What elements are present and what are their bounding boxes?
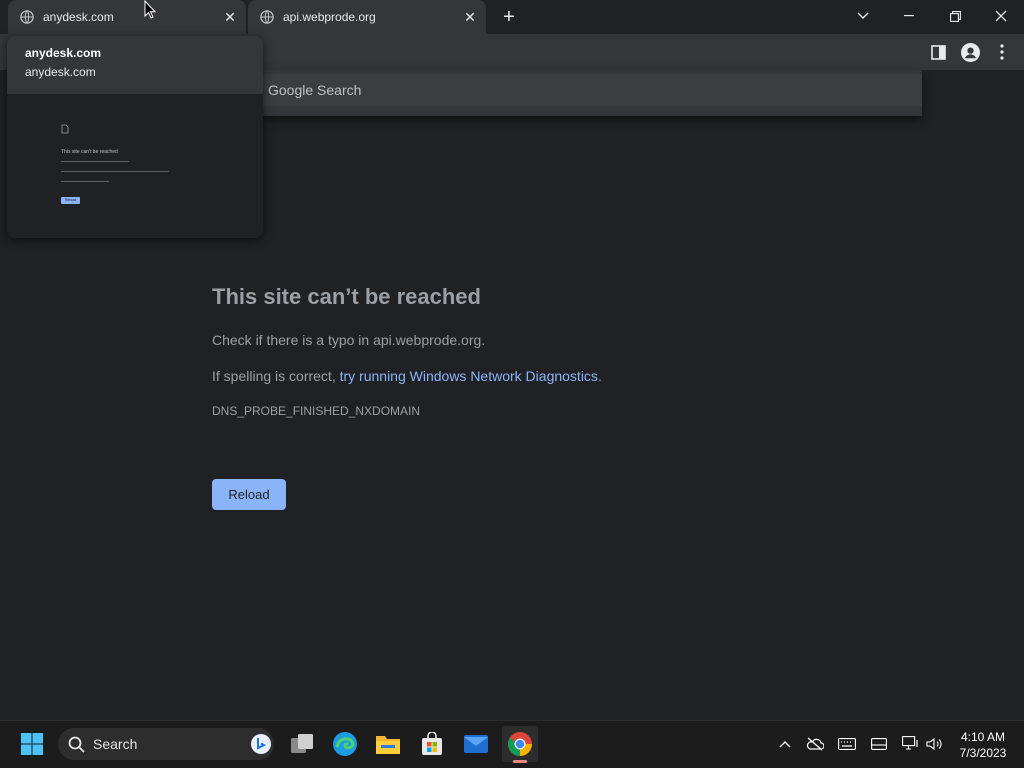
minimize-icon xyxy=(904,15,914,17)
system-clock[interactable]: 4:10 AM 7/3/2023 xyxy=(950,729,1016,761)
diagnostics-prefix: If spelling is correct, xyxy=(212,368,340,384)
typo-hint: Check if there is a typo in api.webprode… xyxy=(212,332,486,348)
close-window-button[interactable] xyxy=(978,0,1024,32)
search-icon xyxy=(68,736,85,753)
thumbnail-line xyxy=(61,161,129,162)
tablet-icon xyxy=(871,738,887,750)
tab-anydesk[interactable]: anydesk.com ✕ xyxy=(8,0,246,34)
bing-icon xyxy=(251,734,271,754)
side-panel-icon xyxy=(930,44,946,60)
error-code: DNS_PROBE_FINISHED_NXDOMAIN xyxy=(212,404,421,418)
clock-time: 4:10 AM xyxy=(960,730,1006,744)
restore-button[interactable] xyxy=(932,0,978,32)
file-explorer-icon xyxy=(376,736,400,754)
diagnostics-link[interactable]: try running Windows Network Diagnostics xyxy=(340,368,598,384)
reload-button[interactable]: Reload xyxy=(212,479,286,510)
profile-icon xyxy=(960,42,980,62)
new-tab-button[interactable]: + xyxy=(498,6,520,28)
mouse-cursor-icon xyxy=(144,0,156,19)
onedrive-button[interactable] xyxy=(806,736,824,752)
hover-card-domain: anydesk.com xyxy=(25,65,96,79)
more-vert-icon xyxy=(1000,44,1004,60)
onedrive-offline-icon xyxy=(806,737,824,751)
close-tab-icon[interactable]: ✕ xyxy=(462,9,478,25)
thumbnail-reload: Reload xyxy=(61,197,80,204)
active-app-indicator xyxy=(513,760,527,763)
menu-button[interactable] xyxy=(992,42,1012,62)
suggestion-label: Google Search xyxy=(268,82,362,98)
edge-icon xyxy=(333,732,357,756)
mail-icon xyxy=(464,735,488,753)
error-page: This site can’t be reached Check if ther… xyxy=(212,284,912,418)
clock-date: 7/3/2023 xyxy=(959,746,1007,760)
hover-card-title: anydesk.com xyxy=(25,46,102,60)
search-label: Search xyxy=(93,736,138,752)
globe-icon xyxy=(260,10,274,24)
network-button[interactable] xyxy=(902,736,920,752)
close-tab-icon[interactable]: ✕ xyxy=(222,9,238,25)
hover-card-thumbnail: This site can't be reached Reload xyxy=(7,94,263,238)
volume-button[interactable] xyxy=(926,736,944,752)
globe-icon xyxy=(20,10,34,24)
windows-start-icon xyxy=(21,733,43,755)
keyboard-icon xyxy=(838,738,856,750)
tab-title: api.webprode.org xyxy=(283,10,376,24)
task-view-button[interactable] xyxy=(284,726,320,762)
thumbnail-title: This site can't be reached xyxy=(61,149,118,155)
document-icon xyxy=(61,124,69,134)
omnibox-suggestion[interactable]: Google Search xyxy=(262,74,922,106)
show-hidden-icons-button[interactable] xyxy=(776,736,794,752)
edge-button[interactable] xyxy=(327,726,363,762)
diagnostics-suffix: . xyxy=(597,368,602,384)
diagnostics-hint: If spelling is correct, try running Wind… xyxy=(212,368,912,384)
restore-icon xyxy=(949,10,961,22)
tab-search-button[interactable] xyxy=(840,0,886,32)
chevron-down-icon xyxy=(857,12,869,19)
side-panel-button[interactable] xyxy=(928,42,948,62)
chrome-button[interactable] xyxy=(502,726,538,762)
tab-webprode[interactable]: api.webprode.org ✕ xyxy=(248,0,486,34)
start-button[interactable] xyxy=(14,726,50,762)
minimize-button[interactable] xyxy=(886,0,932,32)
close-icon xyxy=(995,10,1007,22)
pen-menu-button[interactable] xyxy=(870,736,888,752)
speaker-icon xyxy=(926,737,942,751)
error-title: This site can’t be reached xyxy=(212,284,481,309)
tab-hover-card: anydesk.com anydesk.com This site can't … xyxy=(7,36,263,238)
thumbnail-line xyxy=(61,171,169,172)
touch-keyboard-button[interactable] xyxy=(838,736,856,752)
microsoft-store-icon xyxy=(422,732,442,755)
chrome-icon xyxy=(508,732,532,756)
taskbar-search[interactable]: Search xyxy=(58,728,274,760)
chevron-up-icon xyxy=(779,741,791,748)
mail-button[interactable] xyxy=(458,726,494,762)
file-explorer-button[interactable] xyxy=(370,726,406,762)
task-view-icon xyxy=(291,734,313,753)
profile-button[interactable] xyxy=(960,42,980,62)
omnibox-dropdown: Google Search xyxy=(262,70,922,116)
network-icon xyxy=(902,736,918,750)
store-button[interactable] xyxy=(414,726,450,762)
thumbnail-line xyxy=(61,181,109,182)
tab-title: anydesk.com xyxy=(43,10,114,24)
